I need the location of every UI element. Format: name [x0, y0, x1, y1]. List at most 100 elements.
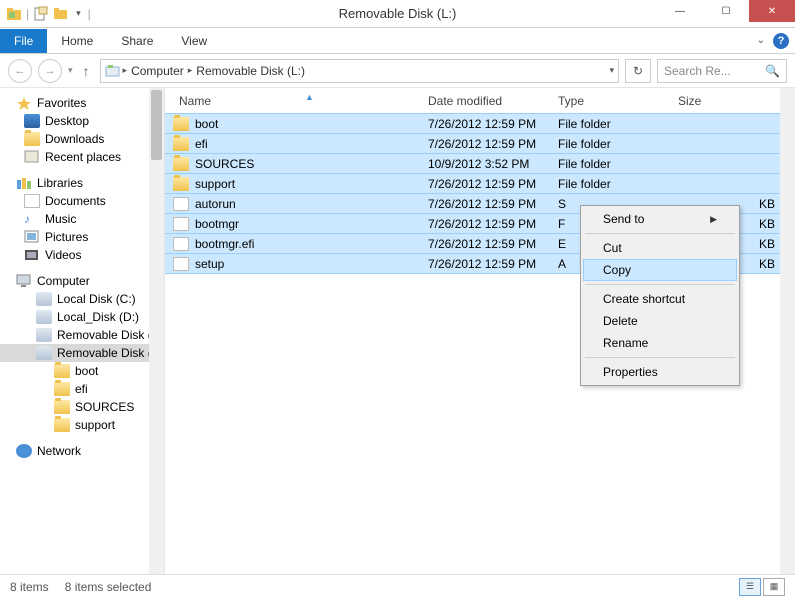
search-icon: 🔍: [765, 64, 780, 78]
recent-icon: [24, 150, 40, 164]
folder-icon: [173, 137, 189, 151]
folder-icon: [173, 157, 189, 171]
forward-button[interactable]: →: [38, 59, 62, 83]
col-name[interactable]: Name▲: [165, 94, 420, 108]
menu-properties[interactable]: Properties: [583, 361, 737, 383]
help-icon[interactable]: ?: [773, 33, 789, 49]
refresh-button[interactable]: ↻: [625, 59, 651, 83]
tab-share[interactable]: Share: [107, 29, 167, 53]
tree-removable-2[interactable]: Removable Disk (: [0, 344, 164, 362]
file-scrollbar[interactable]: [780, 88, 795, 574]
address-dropdown-icon[interactable]: ▾: [609, 65, 614, 76]
status-bar: 8 items 8 items selected ☰ ▦: [0, 574, 795, 598]
breadcrumb-sep-icon[interactable]: ▸: [121, 65, 130, 76]
folder-icon: [24, 132, 40, 146]
minimize-button[interactable]: —: [657, 0, 703, 22]
address-bar[interactable]: ▸ Computer ▸ Removable Disk (L:) ▾: [100, 59, 619, 83]
tree-network[interactable]: Network: [0, 442, 164, 460]
view-details-button[interactable]: ☰: [739, 578, 761, 596]
tree-favorites[interactable]: Favorites: [0, 94, 164, 112]
file-name: autorun: [195, 197, 236, 211]
file-name: boot: [195, 117, 218, 131]
tree-recent[interactable]: Recent places: [0, 148, 164, 166]
col-type[interactable]: Type: [550, 94, 670, 108]
navigation-tree[interactable]: Favorites Desktop Downloads Recent place…: [0, 88, 165, 574]
file-icon: [173, 197, 189, 211]
back-button[interactable]: ←: [8, 59, 32, 83]
menu-create-shortcut[interactable]: Create shortcut: [583, 288, 737, 310]
menu-rename[interactable]: Rename: [583, 332, 737, 354]
qat-separator2: |: [88, 7, 91, 21]
col-size[interactable]: Size: [670, 94, 795, 108]
tab-view[interactable]: View: [167, 29, 221, 53]
tab-home[interactable]: Home: [47, 29, 107, 53]
menu-separator: [585, 233, 735, 234]
up-button[interactable]: ↑: [79, 63, 94, 79]
tree-documents[interactable]: Documents: [0, 192, 164, 210]
history-dropdown-icon[interactable]: ▾: [68, 65, 73, 76]
file-date: 7/26/2012 12:59 PM: [420, 217, 550, 231]
tree-downloads[interactable]: Downloads: [0, 130, 164, 148]
file-row[interactable]: boot7/26/2012 12:59 PMFile folder: [165, 113, 795, 134]
disk-icon: [36, 328, 52, 342]
tree-efi[interactable]: efi: [0, 380, 164, 398]
maximize-button[interactable]: ☐: [703, 0, 749, 22]
status-selected-count: 8 items selected: [65, 580, 152, 594]
ribbon-tabs: File Home Share View ⌄ ?: [0, 28, 795, 54]
file-icon: [173, 257, 189, 271]
file-name: bootmgr: [195, 217, 239, 231]
folder-icon: [54, 418, 70, 432]
tree-local-d[interactable]: Local_Disk (D:): [0, 308, 164, 326]
view-icons-button[interactable]: ▦: [763, 578, 785, 596]
menu-send-to[interactable]: Send to▶: [583, 208, 737, 230]
disk-icon: [36, 292, 52, 306]
tree-support[interactable]: support: [0, 416, 164, 434]
title-bar: | ▾ | Removable Disk (L:) — ☐ ✕: [0, 0, 795, 28]
breadcrumb-sep-icon[interactable]: ▸: [186, 65, 195, 76]
breadcrumb-drive[interactable]: Removable Disk (L:): [194, 64, 307, 78]
file-type: File folder: [550, 137, 670, 151]
file-name: bootmgr.efi: [195, 237, 254, 251]
tab-file[interactable]: File: [0, 29, 47, 53]
menu-copy[interactable]: Copy: [583, 259, 737, 281]
libraries-icon: [16, 176, 32, 190]
disk-icon: [36, 310, 52, 324]
col-date[interactable]: Date modified: [420, 94, 550, 108]
desktop-icon: [24, 114, 40, 128]
breadcrumb-computer[interactable]: Computer: [129, 64, 186, 78]
tree-videos[interactable]: Videos: [0, 246, 164, 264]
file-name: setup: [195, 257, 224, 271]
file-date: 7/26/2012 12:59 PM: [420, 117, 550, 131]
menu-cut[interactable]: Cut: [583, 237, 737, 259]
tree-desktop[interactable]: Desktop: [0, 112, 164, 130]
tree-boot[interactable]: boot: [0, 362, 164, 380]
tree-local-c[interactable]: Local Disk (C:): [0, 290, 164, 308]
file-row[interactable]: SOURCES10/9/2012 3:52 PMFile folder: [165, 153, 795, 174]
menu-delete[interactable]: Delete: [583, 310, 737, 332]
tree-sources[interactable]: SOURCES: [0, 398, 164, 416]
folder-icon: [173, 177, 189, 191]
tree-pictures[interactable]: Pictures: [0, 228, 164, 246]
ribbon-expand-icon[interactable]: ⌄: [757, 35, 765, 46]
tree-scrollbar[interactable]: [149, 88, 164, 574]
window-title: Removable Disk (L:): [339, 6, 457, 21]
file-date: 7/26/2012 12:59 PM: [420, 177, 550, 191]
tree-computer[interactable]: Computer: [0, 272, 164, 290]
file-row[interactable]: support7/26/2012 12:59 PMFile folder: [165, 173, 795, 194]
tree-removable-1[interactable]: Removable Disk (: [0, 326, 164, 344]
status-item-count: 8 items: [10, 580, 49, 594]
qat-dropdown-icon[interactable]: ▾: [73, 8, 84, 19]
scrollbar-thumb[interactable]: [151, 90, 162, 160]
sort-asc-icon: ▲: [305, 92, 314, 102]
file-row[interactable]: efi 7/26/2012 12:59 PMFile folder: [165, 133, 795, 154]
videos-icon: [24, 248, 40, 262]
file-name: efi: [195, 137, 208, 151]
search-input[interactable]: Search Re... 🔍: [657, 59, 787, 83]
close-button[interactable]: ✕: [749, 0, 795, 22]
properties-qat-icon[interactable]: [33, 6, 49, 22]
tree-music[interactable]: ♪Music: [0, 210, 164, 228]
new-folder-qat-icon[interactable]: [53, 6, 69, 22]
app-icon: [6, 6, 22, 22]
file-date: 7/26/2012 12:59 PM: [420, 137, 550, 151]
tree-libraries[interactable]: Libraries: [0, 174, 164, 192]
